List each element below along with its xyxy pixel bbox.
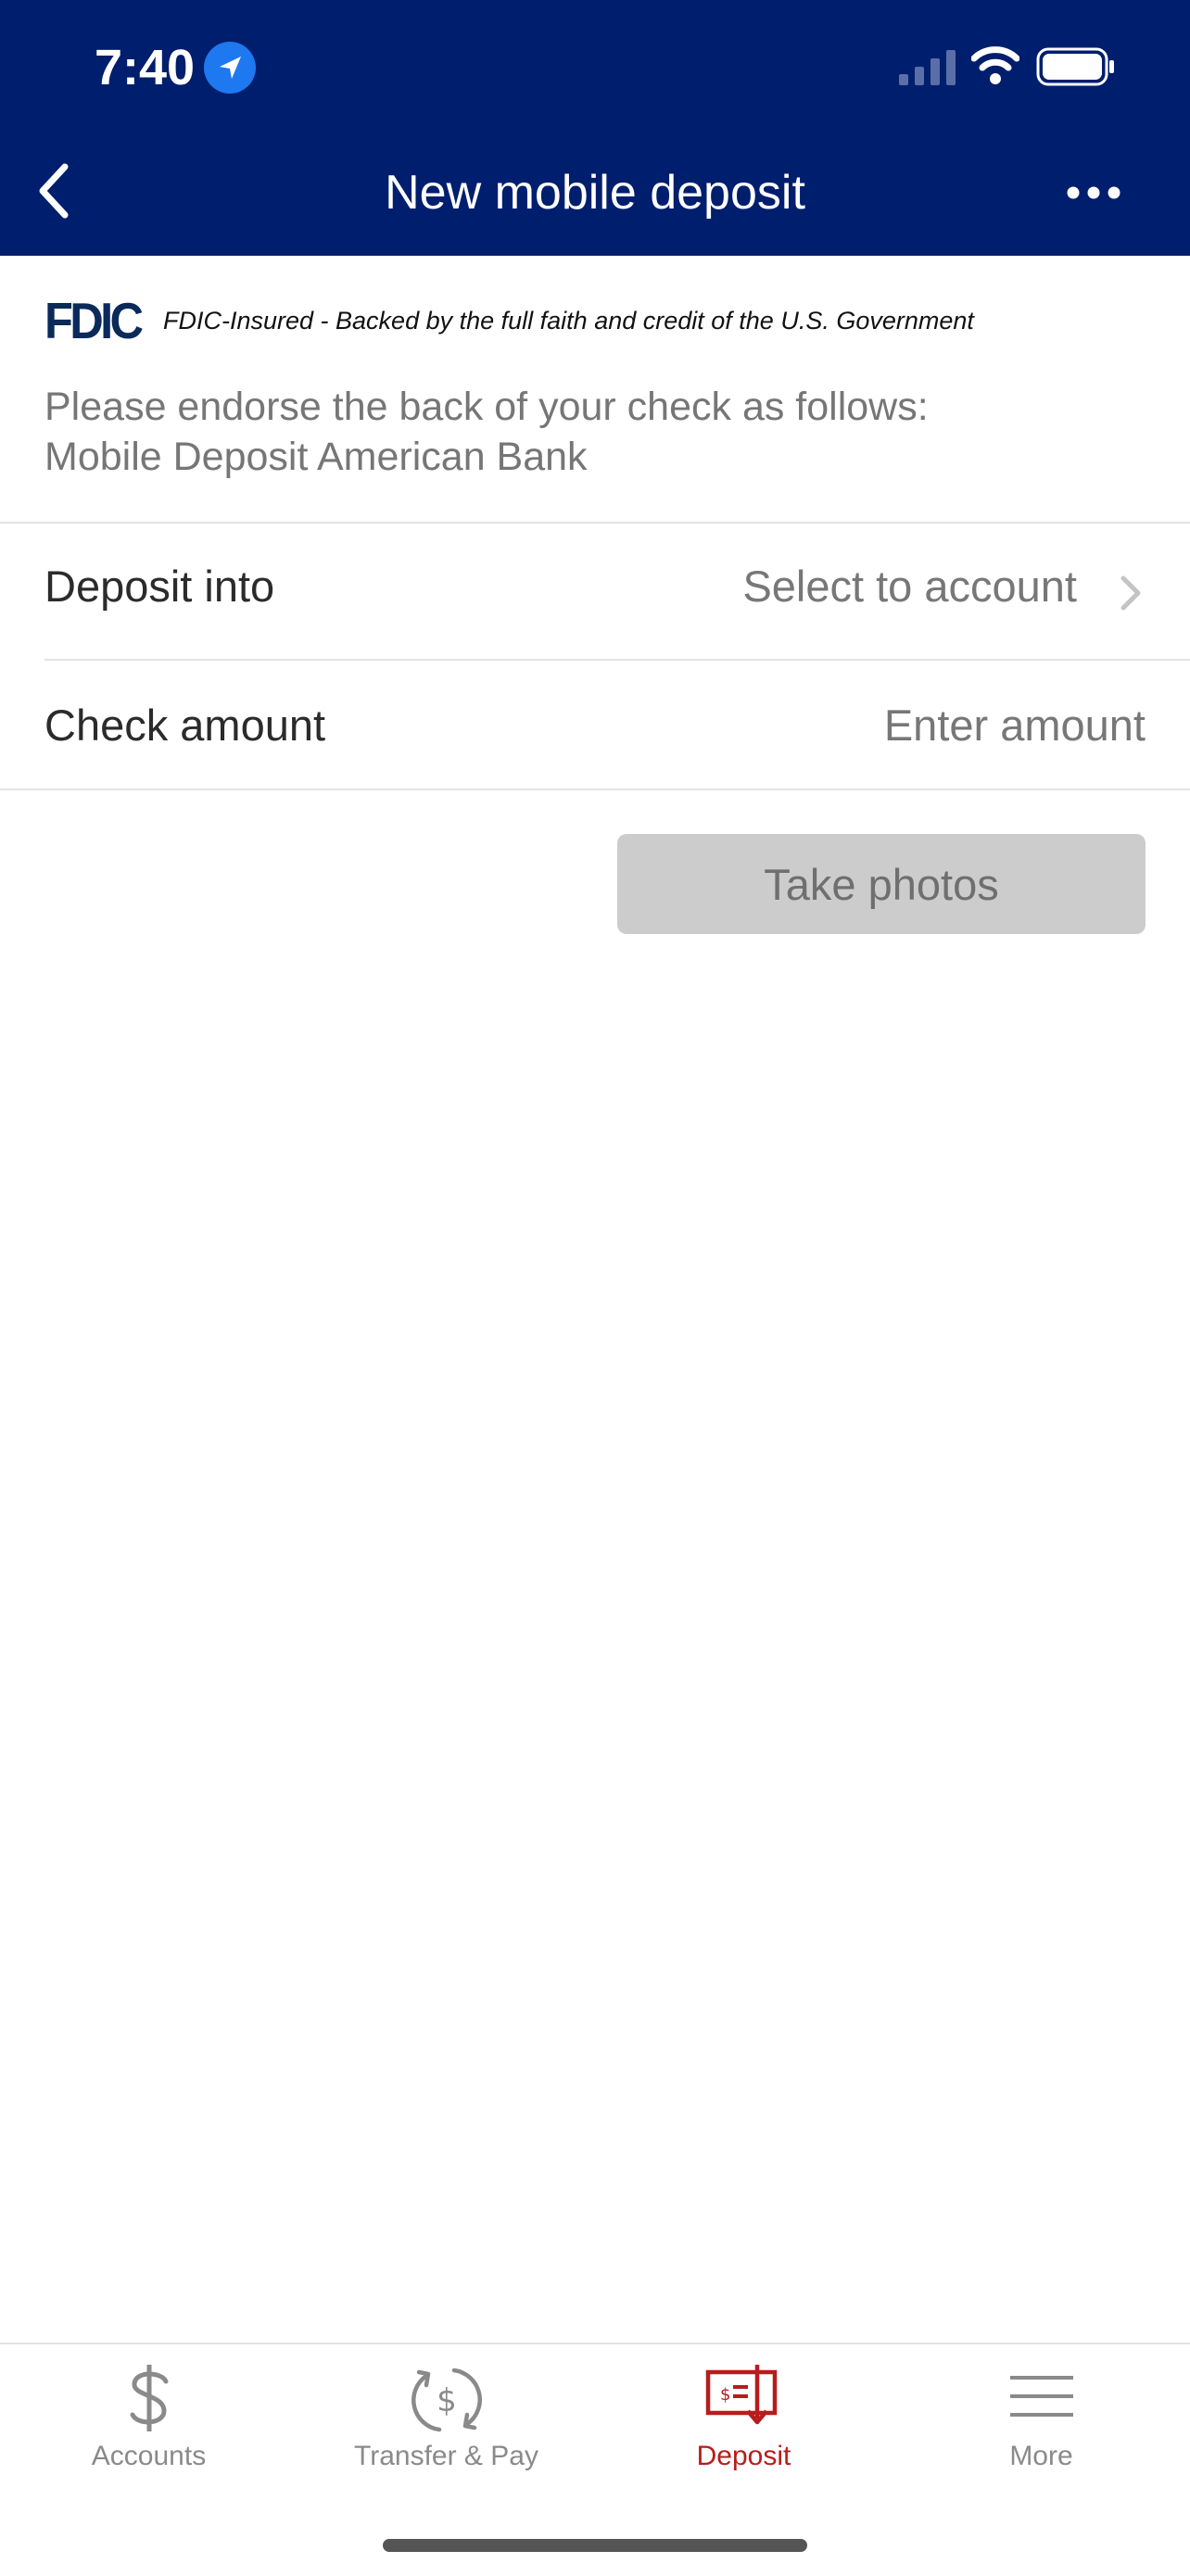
divider <box>0 789 1190 790</box>
endorse-instructions: Please endorse the back of your check as… <box>44 382 1138 482</box>
endorse-line-1: Please endorse the back of your check as… <box>44 385 929 429</box>
check-amount-label: Check amount <box>44 701 326 750</box>
status-time: 7:40 <box>95 40 196 95</box>
deposit-check-icon: $ <box>705 2365 777 2425</box>
svg-text:$: $ <box>437 2382 457 2419</box>
check-amount-input[interactable]: Enter amount <box>884 698 1146 753</box>
tab-deposit-label: Deposit <box>696 2441 791 2471</box>
svg-text:$: $ <box>720 2385 730 2405</box>
signal-icon <box>899 50 956 85</box>
fdic-logo: FDIC <box>44 292 144 349</box>
deposit-into-label: Deposit into <box>44 562 275 611</box>
wifi-icon <box>971 46 1019 84</box>
dollar-icon <box>130 2365 168 2431</box>
endorse-line-2: Mobile Deposit American Bank <box>44 435 588 479</box>
battery-icon <box>1036 47 1114 86</box>
tab-more-label: More <box>1009 2441 1073 2471</box>
more-options-button[interactable] <box>1057 167 1131 219</box>
chevron-right-icon <box>1120 575 1141 611</box>
deposit-into-row[interactable]: Deposit into Select to account <box>0 524 1190 659</box>
location-icon <box>204 42 256 94</box>
tab-transfer-pay[interactable]: $ Transfer & Pay <box>298 2344 595 2502</box>
app-header: 7:40 New mobile deposit <box>0 0 1190 256</box>
transfer-pay-icon: $ <box>411 2368 482 2432</box>
tab-accounts-label: Accounts <box>91 2441 207 2471</box>
take-photos-button[interactable]: Take photos <box>617 834 1146 934</box>
select-account-value: Select to account <box>742 562 1077 611</box>
tab-transfer-pay-label: Transfer & Pay <box>354 2441 538 2471</box>
chevron-left-icon <box>39 163 69 219</box>
page-title: New mobile deposit <box>385 166 805 220</box>
home-indicator <box>383 2539 807 2552</box>
back-button[interactable] <box>28 158 80 224</box>
tab-accounts[interactable]: Accounts <box>0 2344 298 2502</box>
ellipsis-icon <box>1067 186 1120 199</box>
menu-icon <box>1009 2376 1073 2417</box>
fdic-notice: FDIC FDIC-Insured - Backed by the full f… <box>44 295 1157 347</box>
tab-deposit[interactable]: $ Deposit <box>595 2344 892 2502</box>
tab-more[interactable]: More <box>892 2344 1190 2502</box>
fdic-disclaimer: FDIC-Insured - Backed by the full faith … <box>163 307 974 335</box>
check-amount-row[interactable]: Check amount Enter amount <box>0 661 1190 789</box>
